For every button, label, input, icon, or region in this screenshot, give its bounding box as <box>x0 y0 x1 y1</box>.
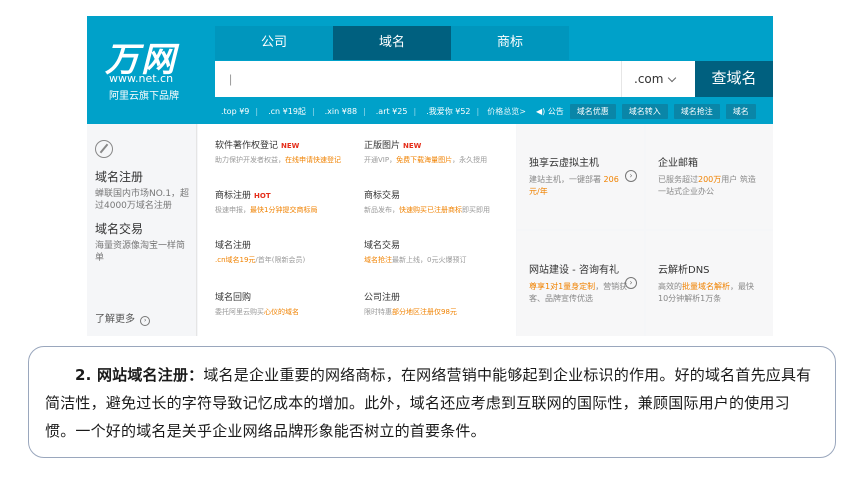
logo-url: www.net.cn <box>109 72 174 85</box>
site-header: 万网 www.net.cn 阿里云旗下品牌 公司 域名 商标 .com 查域名 … <box>87 16 773 124</box>
service-item[interactable]: 公司注册 限时特惠部分地区注册仅98元 <box>364 290 514 317</box>
tab-company[interactable]: 公司 <box>215 26 333 60</box>
new-badge: NEW <box>281 142 300 150</box>
hot-badge: HOT <box>254 192 271 200</box>
speaker-icon: ◀) <box>535 106 546 116</box>
content-area: 域名注册 蝉联国内市场NO.1，超过4000万域名注册 域名交易 海量资源像淘宝… <box>87 124 773 336</box>
domain-search-input[interactable] <box>215 61 621 97</box>
search-bar: .com 查域名 <box>215 61 773 97</box>
new-badge: NEW <box>403 142 422 150</box>
suffix-value: .com <box>634 72 664 86</box>
service-item[interactable]: 域名回购 委托阿里云购买心仪的域名 <box>215 290 365 317</box>
service-item[interactable]: 商标注册 HOT 极速申报，最快1分钟提交商标局 <box>215 188 365 215</box>
search-domain-button[interactable]: 查域名 <box>695 61 773 97</box>
compass-icon <box>95 140 113 158</box>
announcement-link[interactable]: ◀) 公告 <box>536 106 564 117</box>
service-item[interactable]: 软件著作权登记 NEW 助力保护开发者权益，在线申请快速登记 <box>215 138 365 165</box>
left-title-register[interactable]: 域名注册 <box>95 168 143 185</box>
price-item[interactable]: .art ¥25 | <box>376 107 416 116</box>
price-overview-link[interactable]: 价格总览> <box>487 106 526 117</box>
left-desc-register: 蝉联国内市场NO.1，超过4000万域名注册 <box>95 189 190 211</box>
website-screenshot: 万网 www.net.cn 阿里云旗下品牌 公司 域名 商标 .com 查域名 … <box>87 16 773 336</box>
chip-domain-transfer[interactable]: 域名转入 <box>621 103 668 119</box>
price-strip: .top ¥9 | .cn ¥19起 | .xin ¥88 | .art ¥25 | .… <box>215 102 773 120</box>
promo-card[interactable]: 独享云虚拟主机 建站主机，一键部署 206元/年 › <box>517 124 644 229</box>
arrow-right-icon: › <box>140 316 151 326</box>
price-item[interactable]: .xin ¥88 | <box>325 107 366 116</box>
chip-domain-more[interactable]: 域名 <box>725 103 756 119</box>
arrow-right-icon: › <box>625 170 637 182</box>
services-grid: 软件著作权登记 NEW 助力保护开发者权益，在线申请快速登记 正版图片 NEW 开通… <box>198 124 516 336</box>
paragraph-lead: 2. 网站域名注册： <box>75 366 204 384</box>
chevron-down-icon <box>668 73 677 83</box>
logo[interactable]: 万网 www.net.cn 阿里云旗下品牌 <box>87 16 215 124</box>
left-desc-trade: 海量资源像淘宝一样简单 <box>95 241 186 263</box>
chip-domain-backorder[interactable]: 域名抢注 <box>673 103 720 119</box>
tab-domain[interactable]: 域名 <box>333 26 451 60</box>
left-panel: 域名注册 蝉联国内市场NO.1，超过4000万域名注册 域名交易 海量资源像淘宝… <box>87 124 197 336</box>
price-item[interactable]: .我爱你 ¥52 | <box>426 106 479 117</box>
explanation-box: 2. 网站域名注册：域名是企业重要的网络商标，在网络营销中能够起到企业标识的作用… <box>28 346 836 458</box>
chip-domain-promo[interactable]: 域名优惠 <box>569 103 616 119</box>
tab-trademark[interactable]: 商标 <box>451 26 569 60</box>
arrow-right-icon: › <box>625 277 637 289</box>
service-item[interactable]: 域名注册 .cn域名19元/首年(限新会员) <box>215 238 365 265</box>
service-item[interactable]: 商标交易 新品发布，快速购买已注册商标即买即用 <box>364 188 514 215</box>
promo-cards: 独享云虚拟主机 建站主机，一键部署 206元/年 › 企业邮箱 已服务超过200… <box>517 124 773 336</box>
logo-subtitle: 阿里云旗下品牌 <box>109 91 179 102</box>
service-item[interactable]: 域名交易 域名抢注最新上线，0元火爆预订 <box>364 238 514 265</box>
promo-card[interactable]: 网站建设 - 咨询有礼 尊享1对1量身定制，营销获客、品牌宣传优选 › <box>517 231 644 336</box>
promo-card[interactable]: 企业邮箱 已服务超过200万用户 筑造一站式企业办公 <box>646 124 773 229</box>
service-item[interactable]: 正版图片 NEW 开通VIP，免费下载海量图片，永久授用 <box>364 138 514 165</box>
price-item[interactable]: .top ¥9 | <box>221 107 258 116</box>
explanation-paragraph: 2. 网站域名注册：域名是企业重要的网络商标，在网络营销中能够起到企业标识的作用… <box>45 361 819 445</box>
search-tabs: 公司 域名 商标 <box>215 26 569 60</box>
left-title-trade[interactable]: 域名交易 <box>95 220 143 237</box>
price-item[interactable]: .cn ¥19起 | <box>268 106 315 117</box>
learn-more-link[interactable]: 了解更多 › <box>95 310 151 326</box>
suffix-dropdown[interactable]: .com <box>621 61 695 97</box>
promo-card[interactable]: 云解析DNS 高效的批量域名解析，最快 10分钟解析1万条 <box>646 231 773 336</box>
